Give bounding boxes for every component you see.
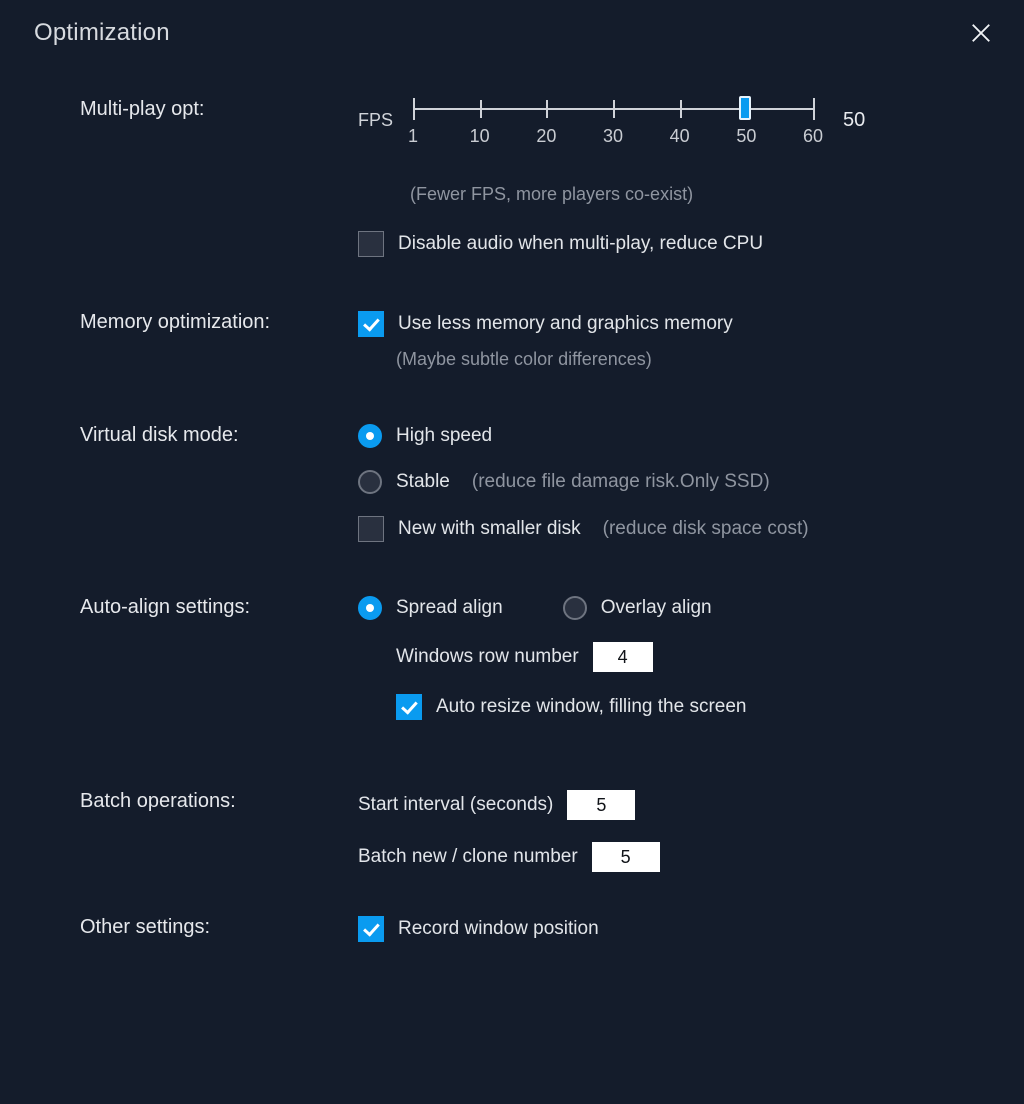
slider-tick-label: 50	[736, 126, 756, 147]
overlay-align-radio[interactable]: Overlay align	[563, 596, 712, 620]
clone-num-label: Batch new / clone number	[358, 846, 578, 868]
fps-slider[interactable]: 1 10 20 30 40 50 60	[413, 98, 813, 142]
slider-tick-label: 1	[408, 126, 418, 147]
label-memory: Memory optimization:	[80, 311, 358, 334]
slider-tick-label: 20	[536, 126, 556, 147]
fps-hint: (Fewer FPS, more players co-exist)	[410, 184, 990, 205]
close-button[interactable]	[962, 14, 1000, 52]
spread-align-radio[interactable]: Spread align	[358, 596, 503, 620]
label-vdisk: Virtual disk mode:	[80, 424, 358, 447]
slider-tick	[413, 98, 415, 120]
radio-sub: (reduce file damage risk.Only SSD)	[472, 471, 770, 493]
record-pos-checkbox[interactable]: Record window position	[358, 916, 990, 942]
slider-tick	[546, 100, 548, 118]
checkbox-sub: (reduce disk space cost)	[603, 518, 809, 540]
checkbox-box	[396, 694, 422, 720]
checkbox-label: Disable audio when multi-play, reduce CP…	[398, 233, 763, 255]
slider-tick-label: 60	[803, 126, 823, 147]
titlebar: Optimization	[0, 0, 1024, 64]
row-other: Other settings: Record window position	[80, 916, 990, 942]
label-autoalign: Auto-align settings:	[80, 596, 358, 619]
label-other: Other settings:	[80, 916, 358, 939]
slider-tick-label: 30	[603, 126, 623, 147]
start-interval-label: Start interval (seconds)	[358, 794, 553, 816]
label-batch: Batch operations:	[80, 790, 358, 813]
slider-tick	[613, 100, 615, 118]
slider-tick-label: 10	[470, 126, 490, 147]
vdisk-high-speed-radio[interactable]: High speed	[358, 424, 990, 448]
radio-dot	[358, 596, 382, 620]
use-less-memory-checkbox[interactable]: Use less memory and graphics memory	[358, 311, 990, 337]
disable-audio-checkbox[interactable]: Disable audio when multi-play, reduce CP…	[358, 231, 990, 257]
checkbox-label: Record window position	[398, 918, 599, 940]
radio-dot	[358, 424, 382, 448]
checkbox-box	[358, 311, 384, 337]
slider-handle[interactable]	[739, 96, 751, 120]
checkbox-box	[358, 231, 384, 257]
memory-hint: (Maybe subtle color differences)	[396, 349, 990, 370]
rownum-label: Windows row number	[396, 646, 579, 668]
radio-label: High speed	[396, 425, 492, 447]
row-autoalign: Auto-align settings: Spread align Overla…	[80, 596, 990, 720]
checkbox-label: New with smaller disk	[398, 518, 581, 540]
row-multi-play: Multi-play opt: FPS 1 10 20 30 40	[80, 98, 990, 257]
clone-num-input[interactable]	[592, 842, 660, 872]
slider-tick	[480, 100, 482, 118]
row-memory: Memory optimization: Use less memory and…	[80, 311, 990, 370]
content: Multi-play opt: FPS 1 10 20 30 40	[0, 64, 1024, 942]
checkbox-label: Auto resize window, filling the screen	[436, 696, 747, 718]
radio-label: Overlay align	[601, 597, 712, 619]
checkbox-box	[358, 916, 384, 942]
slider-tick	[680, 100, 682, 118]
row-batch: Batch operations: Start interval (second…	[80, 790, 990, 872]
vdisk-stable-radio[interactable]: Stable (reduce file damage risk.Only SSD…	[358, 470, 990, 494]
checkbox-label: Use less memory and graphics memory	[398, 313, 733, 335]
fps-value: 50	[843, 109, 883, 132]
radio-label: Spread align	[396, 597, 503, 619]
radio-label: Stable	[396, 471, 450, 493]
radio-dot	[358, 470, 382, 494]
slider-tick	[813, 98, 815, 120]
radio-dot	[563, 596, 587, 620]
row-vdisk: Virtual disk mode: High speed Stable (re…	[80, 424, 990, 542]
auto-resize-checkbox[interactable]: Auto resize window, filling the screen	[396, 694, 990, 720]
rownum-input[interactable]	[593, 642, 653, 672]
vdisk-smaller-checkbox[interactable]: New with smaller disk (reduce disk space…	[358, 516, 990, 542]
slider-tick-label: 40	[670, 126, 690, 147]
checkbox-box	[358, 516, 384, 542]
label-multi-play: Multi-play opt:	[80, 98, 358, 121]
close-icon	[970, 22, 992, 44]
fps-prefix: FPS	[358, 110, 393, 131]
start-interval-input[interactable]	[567, 790, 635, 820]
dialog-title: Optimization	[34, 19, 170, 47]
